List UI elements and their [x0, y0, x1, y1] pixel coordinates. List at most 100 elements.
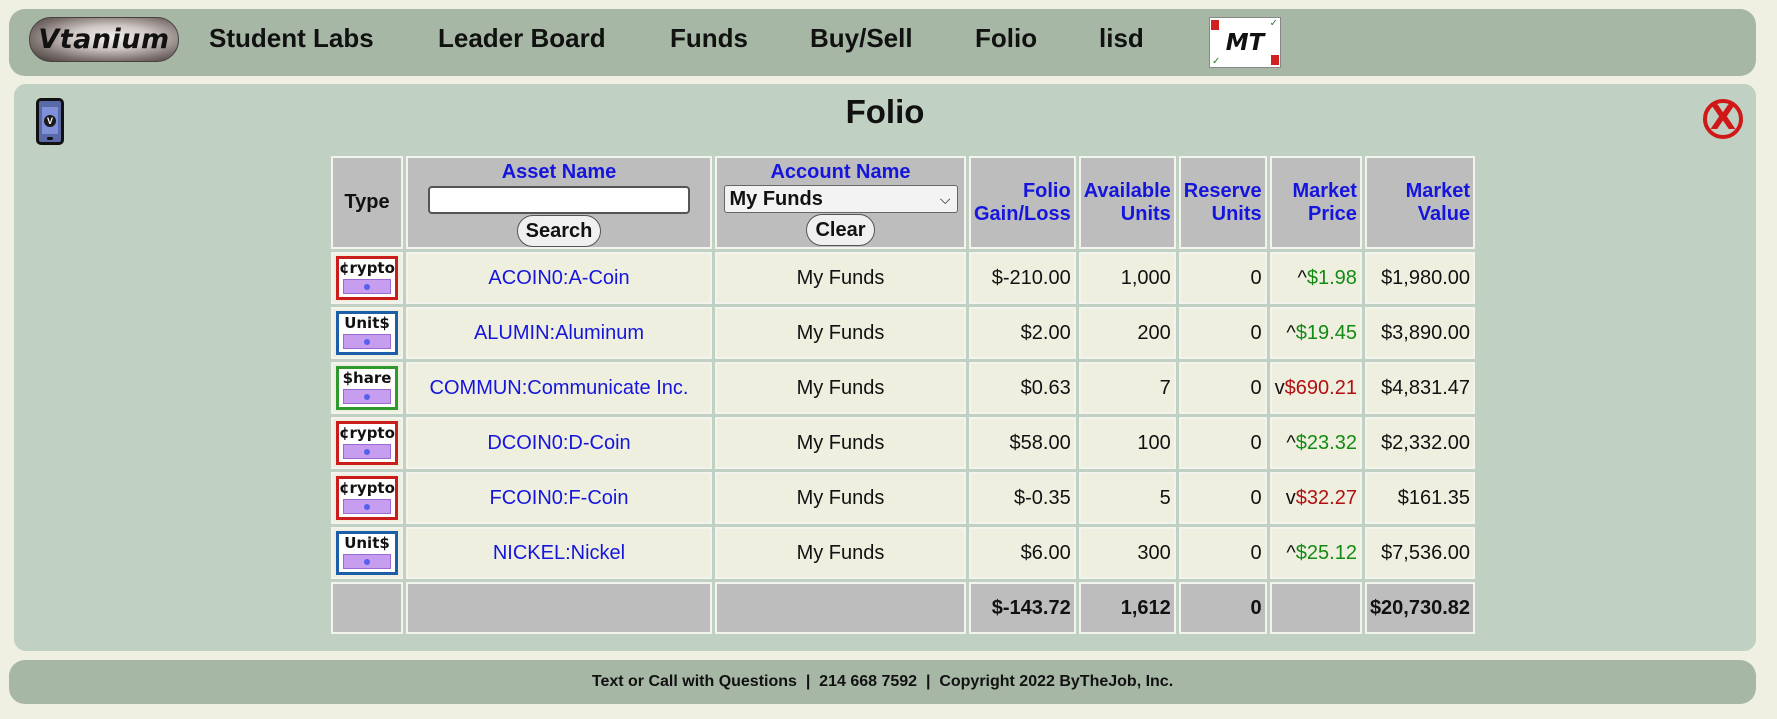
- available-units-cell: 7: [1078, 362, 1176, 414]
- asset-link[interactable]: NICKEL:Nickel: [493, 542, 625, 564]
- asset-link[interactable]: FCOIN0:F-Coin: [490, 487, 629, 509]
- account-cell: My Funds: [715, 527, 966, 579]
- footer: Text or Call with Questions | 214 668 75…: [9, 660, 1756, 704]
- market-value-cell: $7,536.00: [1364, 527, 1476, 579]
- nav-link-lisd[interactable]: lisd: [1099, 23, 1144, 54]
- account-cell: My Funds: [715, 417, 966, 469]
- nav-link-folio[interactable]: Folio: [975, 23, 1037, 54]
- price-trend-indicator: v: [1274, 376, 1285, 399]
- type-cell: $hare: [331, 362, 403, 414]
- account-cell: My Funds: [715, 472, 966, 524]
- market-price: $1.98: [1306, 266, 1357, 289]
- gain-loss-cell: $58.00: [969, 417, 1076, 469]
- type-cell: ¢rypto: [331, 417, 403, 469]
- gain-loss-cell: $2.00: [969, 307, 1076, 359]
- table-row: $hare COMMUN:Communicate Inc. My Funds $0.6…: [331, 362, 1476, 414]
- available-units-cell: 5: [1078, 472, 1176, 524]
- available-units-cell: 100: [1078, 417, 1176, 469]
- chevron-down-icon: ⌵: [939, 190, 951, 207]
- nav-link-funds[interactable]: Funds: [670, 23, 748, 54]
- gain-loss-cell: $-0.35: [969, 472, 1076, 524]
- mt-badge-label: MT: [1225, 29, 1265, 56]
- clear-button[interactable]: Clear: [806, 214, 875, 246]
- type-cell: ¢rypto: [331, 472, 403, 524]
- market-price: $23.32: [1295, 431, 1357, 454]
- asset-cell: ALUMIN:Aluminum: [406, 307, 712, 359]
- header-market-price[interactable]: Market Price: [1269, 156, 1362, 249]
- available-units-cell: 1,000: [1078, 252, 1176, 304]
- close-icon[interactable]: X: [1703, 99, 1743, 139]
- top-nav: Vtanium Student Labs Leader Board Funds …: [9, 9, 1756, 76]
- crypto-type-icon: ¢rypto: [336, 256, 398, 300]
- price-trend-indicator: ^: [1286, 541, 1296, 564]
- nav-link-buy-sell[interactable]: Buy/Sell: [810, 23, 913, 54]
- asset-cell: COMMUN:Communicate Inc.: [406, 362, 712, 414]
- nav-link-student-labs[interactable]: Student Labs: [209, 23, 374, 54]
- market-price-cell: ^$19.45: [1269, 307, 1362, 359]
- asset-link[interactable]: DCOIN0:D-Coin: [487, 432, 630, 454]
- page-title: Folio: [845, 93, 925, 130]
- header-reserve-units[interactable]: Reserve Units: [1178, 156, 1267, 249]
- type-cell: Unit$: [331, 527, 403, 579]
- search-button[interactable]: Search: [516, 214, 602, 247]
- asset-link[interactable]: COMMUN:Communicate Inc.: [430, 377, 689, 399]
- table-header-row: Type Asset Name Search Account Name My F…: [331, 156, 1476, 249]
- header-available-units[interactable]: Available Units: [1078, 156, 1176, 249]
- total-gain-loss: $-143.72: [969, 582, 1076, 634]
- market-price-cell: ^$1.98: [1269, 252, 1362, 304]
- header-gain-loss[interactable]: Folio Gain/Loss: [969, 156, 1076, 249]
- unit-type-icon: Unit$: [336, 311, 398, 355]
- asset-search-input[interactable]: [428, 185, 690, 214]
- header-asset-name: Asset Name Search: [406, 156, 712, 249]
- type-cell: ¢rypto: [331, 252, 403, 304]
- gain-loss-cell: $0.63: [969, 362, 1076, 414]
- market-value-cell: $3,890.00: [1364, 307, 1476, 359]
- market-price: $25.12: [1295, 541, 1357, 564]
- price-trend-indicator: ^: [1297, 266, 1307, 289]
- market-price: $690.21: [1284, 376, 1357, 399]
- reserve-units-cell: 0: [1178, 417, 1267, 469]
- header-market-value[interactable]: Market Value: [1364, 156, 1476, 249]
- market-value-cell: $161.35: [1364, 472, 1476, 524]
- market-price-cell: ^$25.12: [1269, 527, 1362, 579]
- account-select-value: My Funds: [729, 187, 823, 210]
- share-type-icon: $hare: [336, 366, 398, 410]
- reserve-units-cell: 0: [1178, 472, 1267, 524]
- reserve-units-cell: 0: [1178, 362, 1267, 414]
- reserve-units-cell: 0: [1178, 527, 1267, 579]
- header-asset-name-label: Asset Name: [501, 160, 617, 183]
- market-price-cell: v$690.21: [1269, 362, 1362, 414]
- total-market-value: $20,730.82: [1364, 582, 1476, 634]
- header-type: Type: [331, 156, 403, 249]
- market-price-cell: v$32.27: [1269, 472, 1362, 524]
- market-value-cell: $4,831.47: [1364, 362, 1476, 414]
- table-row: ¢rypto ACOIN0:A-Coin My Funds $-210.00 1,000…: [331, 252, 1476, 304]
- unit-type-icon: Unit$: [336, 531, 398, 575]
- asset-cell: ACOIN0:A-Coin: [406, 252, 712, 304]
- table-row: Unit$ ALUMIN:Aluminum My Funds $2.00 200 0 ^$1…: [331, 307, 1476, 359]
- market-price: $32.27: [1295, 486, 1357, 509]
- account-select[interactable]: My Funds ⌵: [723, 185, 958, 213]
- reserve-units-cell: 0: [1178, 307, 1267, 359]
- reserve-units-cell: 0: [1178, 252, 1267, 304]
- folio-table: Type Asset Name Search Account Name My F…: [328, 153, 1478, 637]
- gain-loss-cell: $-210.00: [969, 252, 1076, 304]
- market-price: $19.45: [1295, 321, 1357, 344]
- price-trend-indicator: v: [1285, 486, 1296, 509]
- asset-link[interactable]: ACOIN0:A-Coin: [488, 267, 629, 289]
- vtanium-logo[interactable]: Vtanium: [29, 17, 179, 62]
- header-account-name: Account Name My Funds ⌵ Clear: [715, 156, 966, 249]
- account-cell: My Funds: [715, 252, 966, 304]
- crypto-type-icon: ¢rypto: [336, 476, 398, 520]
- total-available-units: 1,612: [1078, 582, 1176, 634]
- available-units-cell: 200: [1078, 307, 1176, 359]
- mt-badge[interactable]: ✓ ✓ MT: [1209, 17, 1281, 68]
- asset-cell: NICKEL:Nickel: [406, 527, 712, 579]
- crypto-type-icon: ¢rypto: [336, 421, 398, 465]
- asset-link[interactable]: ALUMIN:Aluminum: [474, 322, 644, 344]
- price-trend-indicator: ^: [1286, 431, 1296, 454]
- nav-link-leader-board[interactable]: Leader Board: [438, 23, 606, 54]
- asset-cell: FCOIN0:F-Coin: [406, 472, 712, 524]
- account-cell: My Funds: [715, 307, 966, 359]
- market-price-cell: ^$23.32: [1269, 417, 1362, 469]
